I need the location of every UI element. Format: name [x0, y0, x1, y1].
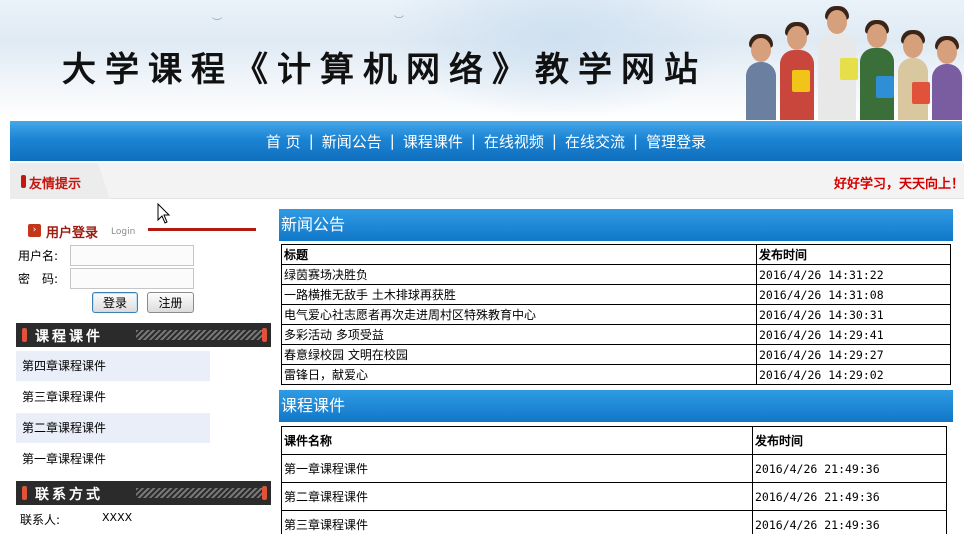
nav-forum[interactable]: 在线交流 [563, 131, 627, 152]
nav-separator: | [470, 132, 476, 150]
table-row: 电气爱心社志愿者再次走进周村区特殊教育中心 2016/4/26 14:30:31 [281, 304, 951, 325]
contact-header: 联系方式 [16, 481, 271, 505]
marker-icon [22, 486, 27, 500]
table-row: 第三章课程课件 2016/4/26 21:49:36 [281, 510, 947, 534]
news-title-header: 标题 [281, 244, 757, 265]
contact-title: 联系方式 [35, 487, 103, 503]
nav-courseware[interactable]: 课程课件 [401, 131, 465, 152]
news-time: 2016/4/26 14:29:27 [756, 344, 951, 365]
arrow-right-icon: › [28, 224, 41, 237]
login-subtitle: Login [111, 227, 136, 237]
bird-icon: ︶ [394, 16, 404, 27]
courseware-name-header: 课件名称 [281, 426, 753, 455]
news-time: 2016/4/26 14:31:08 [756, 284, 951, 305]
username-label: 用户名: [18, 249, 59, 263]
header-pattern [136, 488, 264, 498]
table-row: 绿茵赛场决胜负 2016/4/26 14:31:22 [281, 264, 951, 285]
courseware-name-link[interactable]: 第一章课程课件 [281, 454, 753, 483]
login-title: 用户登录 [46, 226, 99, 241]
bird-icon: ︶ [212, 18, 222, 29]
news-title-link[interactable]: 绿茵赛场决胜负 [281, 264, 757, 285]
courseware-time-header: 发布时间 [752, 426, 947, 455]
contact-value: XXXX [102, 511, 133, 524]
table-row: 一路横推无敌手 土木排球再获胜 2016/4/26 14:31:08 [281, 284, 951, 305]
mouse-cursor-icon [157, 203, 171, 224]
site-title: 大学课程《计算机网络》教学网站 [62, 50, 707, 90]
password-row: 密 码: [18, 268, 194, 289]
password-label: 密 码: [18, 272, 59, 286]
site-banner: ︶ ︶ 大学课程《计算机网络》教学网站 [0, 0, 964, 120]
news-title-link[interactable]: 电气爱心社志愿者再次走进周村区特殊教育中心 [281, 304, 757, 325]
news-title-link[interactable]: 一路横推无敌手 土木排球再获胜 [281, 284, 757, 305]
sidebar-course-item[interactable]: 第二章课程课件 [16, 413, 210, 443]
table-row: 第二章课程课件 2016/4/26 21:49:36 [281, 482, 947, 511]
news-title-link[interactable]: 雷锋日，献爱心 [281, 364, 757, 385]
marker-icon [262, 328, 267, 342]
table-header-row: 课件名称 发布时间 [281, 426, 947, 455]
main-nav: 首 页 | 新闻公告 | 课程课件 | 在线视频 | 在线交流 | 管理登录 [10, 121, 962, 161]
table-row: 第一章课程课件 2016/4/26 21:49:36 [281, 454, 947, 483]
login-header: › 用户登录 Login [28, 220, 256, 242]
marker-icon [22, 328, 27, 342]
contact-label: 联系人: [20, 513, 61, 527]
nav-news[interactable]: 新闻公告 [320, 131, 384, 152]
sidebar-course-item[interactable]: 第三章课程课件 [16, 382, 210, 412]
news-section-header: 新闻公告 [279, 209, 953, 241]
table-row: 多彩活动 多项受益 2016/4/26 14:29:41 [281, 324, 951, 345]
table-row: 春意绿校园 文明在校园 2016/4/26 14:29:27 [281, 344, 951, 365]
news-time: 2016/4/26 14:30:31 [756, 304, 951, 325]
register-button[interactable]: 注册 [147, 292, 194, 313]
password-input[interactable] [70, 268, 194, 289]
nav-admin-login[interactable]: 管理登录 [644, 131, 708, 152]
nav-separator: | [551, 132, 557, 150]
table-row: 雷锋日，献爱心 2016/4/26 14:29:02 [281, 364, 951, 385]
courseware-sidebar-title: 课程课件 [35, 329, 103, 345]
sidebar-course-item[interactable]: 第四章课程课件 [16, 351, 210, 381]
tip-label: 友情提示 [10, 163, 110, 199]
courseware-time: 2016/4/26 21:49:36 [752, 482, 947, 511]
username-input[interactable] [70, 245, 194, 266]
courseware-table: 课件名称 发布时间 第一章课程课件 2016/4/26 21:49:36 第二章… [281, 426, 947, 534]
news-title-link[interactable]: 多彩活动 多项受益 [281, 324, 757, 345]
marker-icon [262, 486, 267, 500]
news-time-header: 发布时间 [756, 244, 951, 265]
contact-row: 联系人: XXXX [20, 511, 132, 528]
courseware-sidebar-header: 课程课件 [16, 323, 271, 347]
nav-separator: | [633, 132, 639, 150]
nav-separator: | [308, 132, 314, 150]
courseware-section-header: 课程课件 [279, 390, 953, 422]
login-button[interactable]: 登录 [92, 292, 138, 313]
nav-home[interactable]: 首 页 [264, 131, 303, 152]
courseware-name-link[interactable]: 第三章课程课件 [281, 510, 753, 534]
news-time: 2016/4/26 14:29:41 [756, 324, 951, 345]
tip-message: 好好学习，天天向上！ [833, 177, 964, 192]
courseware-time: 2016/4/26 21:49:36 [752, 510, 947, 534]
news-table: 标题 发布时间 绿茵赛场决胜负 2016/4/26 14:31:22 一路横推无… [281, 244, 951, 385]
header-pattern [136, 330, 264, 340]
students-photo [740, 0, 964, 120]
sidebar-course-item[interactable]: 第一章课程课件 [16, 444, 210, 474]
login-underline [148, 228, 256, 231]
nav-video[interactable]: 在线视频 [482, 131, 546, 152]
news-title-link[interactable]: 春意绿校园 文明在校园 [281, 344, 757, 365]
nav-separator: | [389, 132, 395, 150]
table-header-row: 标题 发布时间 [281, 244, 951, 265]
courseware-time: 2016/4/26 21:49:36 [752, 454, 947, 483]
username-row: 用户名: [18, 245, 194, 266]
tip-marker-icon [21, 175, 26, 188]
news-time: 2016/4/26 14:29:02 [756, 364, 951, 385]
courseware-name-link[interactable]: 第二章课程课件 [281, 482, 753, 511]
news-time: 2016/4/26 14:31:22 [756, 264, 951, 285]
tip-bar: 友情提示 好好学习，天天向上！ [10, 163, 964, 199]
tip-label-text: 友情提示 [29, 177, 82, 192]
